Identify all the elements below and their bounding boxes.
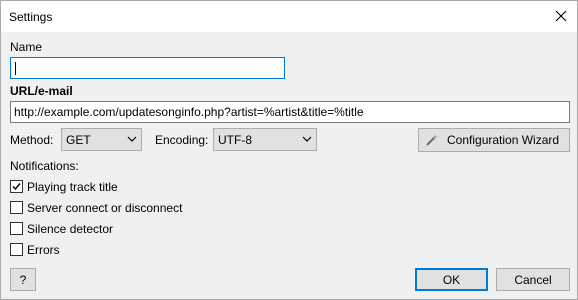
- method-value: GET: [66, 133, 91, 147]
- wizard-button-label: Configuration Wizard: [447, 133, 560, 147]
- name-label: Name: [10, 40, 43, 54]
- configuration-wizard-button[interactable]: Configuration Wizard: [418, 128, 570, 152]
- checkbox-silence-detector[interactable]: [10, 222, 23, 235]
- wand-icon: [426, 134, 438, 146]
- cancel-button[interactable]: Cancel: [496, 268, 570, 291]
- checkbox-label: Silence detector: [27, 222, 114, 236]
- close-icon: [555, 10, 567, 22]
- title-bar: Settings: [1, 1, 577, 32]
- name-input[interactable]: [10, 57, 285, 79]
- encoding-select[interactable]: UTF-8: [213, 128, 317, 151]
- checkbox-errors[interactable]: [10, 243, 23, 256]
- window-title: Settings: [9, 10, 53, 24]
- settings-dialog: Settings Name URL/e-mail Method: GET Enc…: [0, 0, 578, 300]
- encoding-label: Encoding:: [155, 133, 209, 147]
- chevron-down-icon: [127, 136, 137, 142]
- notifications-label: Notifications:: [10, 159, 79, 173]
- text-caret: [15, 62, 16, 75]
- checkbox-label: Playing track title: [27, 180, 118, 194]
- checkmark-icon: [12, 183, 21, 191]
- chevron-down-icon: [302, 136, 312, 142]
- ok-button[interactable]: OK: [415, 268, 488, 291]
- cancel-button-label: Cancel: [514, 272, 552, 287]
- ok-button-label: OK: [442, 272, 461, 287]
- help-button-label: ?: [19, 272, 27, 287]
- checkbox-label: Server connect or disconnect: [27, 201, 183, 215]
- checkbox-server-connect[interactable]: [10, 201, 23, 214]
- method-select[interactable]: GET: [61, 128, 142, 151]
- close-button[interactable]: [549, 5, 573, 27]
- checkbox-playing-track-title[interactable]: [10, 180, 23, 193]
- url-input[interactable]: [10, 101, 570, 123]
- url-label: URL/e-mail: [10, 84, 73, 98]
- checkbox-label: Errors: [27, 243, 60, 257]
- method-label: Method:: [10, 133, 54, 147]
- help-button[interactable]: ?: [10, 268, 36, 291]
- encoding-value: UTF-8: [218, 133, 252, 147]
